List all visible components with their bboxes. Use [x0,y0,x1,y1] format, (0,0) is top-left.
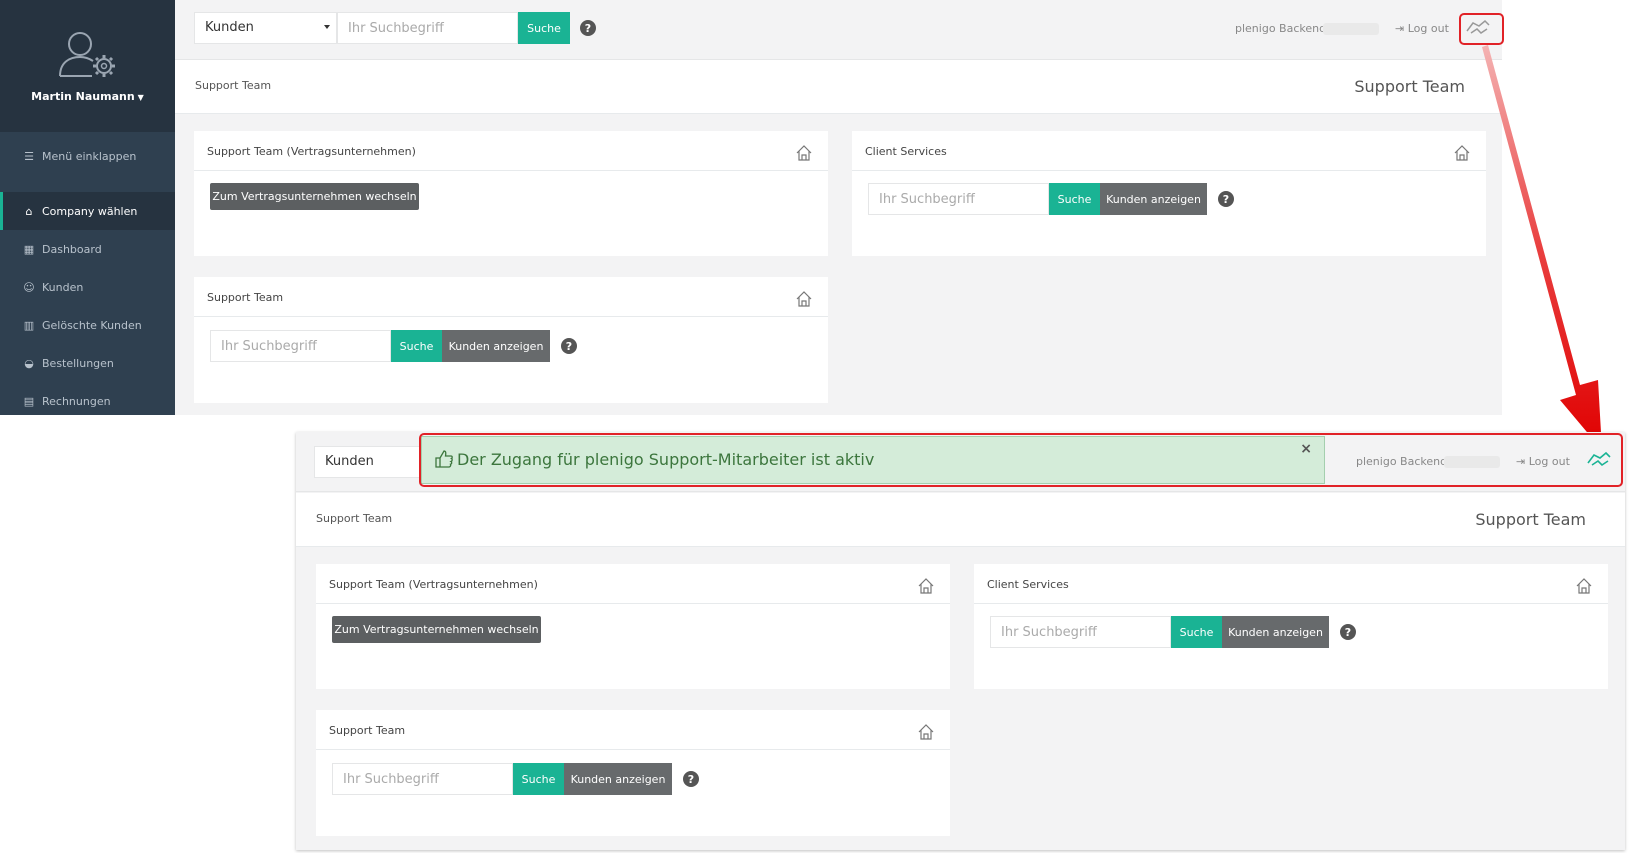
support-search-button[interactable]: Suche [513,763,564,795]
box-title: Support Team [316,710,950,750]
support-team-box: Support Team Ihr Suchbegriff Suche Kunde… [194,277,828,403]
backend-label: plenigo Backend [1235,22,1327,35]
box-title-text: Client Services [987,578,1069,591]
main-screen-bottom: Kunden plenigo Backend ⇥ Log out Support… [296,432,1625,850]
client-search-button[interactable]: Suche [1171,616,1222,648]
home-icon[interactable] [1453,144,1471,162]
logout-label: Log out [1407,22,1449,35]
home-icon: ⌂ [25,204,33,218]
box-title: Client Services [852,131,1486,171]
home-icon[interactable] [795,144,813,162]
show-customers-button[interactable]: Kunden anzeigen [1222,616,1329,648]
select-value: Kunden [205,20,254,35]
page-heading: Support Team Support Team [175,60,1502,114]
user-menu[interactable]: Martin Naumann ▼ [31,90,144,103]
contract-company-box: Support Team (Vertragsunternehmen) Zum V… [194,131,828,256]
client-search-input[interactable]: Ihr Suchbegriff [990,616,1171,648]
client-services-box: Client Services Ihr Suchbegriff Suche Ku… [974,564,1608,689]
box-title-text: Support Team [207,291,284,304]
help-icon[interactable]: ? [580,20,596,36]
annotation-highlight-icon [1459,13,1504,45]
sidebar-item-label: Rechnungen [42,394,111,408]
user-settings-icon [58,31,115,77]
profile-area: Martin Naumann ▼ [0,0,175,132]
box-title: Client Services [974,564,1608,604]
switch-contract-company-button[interactable]: Zum Vertragsunternehmen wechseln [332,616,541,643]
home-icon[interactable] [917,723,935,741]
support-search-input[interactable]: Ihr Suchbegriff [210,330,391,362]
sidebar-item-label: Dashboard [42,242,102,256]
search-button[interactable]: Suche [518,12,570,44]
contract-company-box: Support Team (Vertragsunternehmen) Zum V… [316,564,950,689]
client-search-input[interactable]: Ihr Suchbegriff [868,183,1049,215]
home-icon[interactable] [795,290,813,308]
box-title-text: Support Team (Vertragsunternehmen) [207,145,416,158]
sidebar: Martin Naumann ▼ ☰ Menü einklappen ⌂ Comp… [0,0,175,415]
user-icon: ☺ [23,280,35,294]
grid-icon: ▦ [23,242,35,256]
breadcrumb: Support Team [195,79,272,92]
box-title-text: Support Team (Vertragsunternehmen) [329,578,538,591]
logout-icon: ⇥ [1395,22,1405,35]
box-title: Support Team (Vertragsunternehmen) [316,564,950,604]
trash-icon: ▥ [23,318,35,332]
caret-down-icon: ▼ [137,92,144,102]
user-name: Martin Naumann [31,89,135,103]
sidebar-item-kunden[interactable]: ☺ Kunden [0,268,175,306]
annotation-arrow [1482,45,1602,450]
help-icon[interactable]: ? [1218,191,1234,207]
sidebar-item-dashboard[interactable]: ▦ Dashboard [0,230,175,268]
basket-icon: ◒ [24,356,34,370]
support-search-input[interactable]: Ihr Suchbegriff [332,763,513,795]
box-title: Support Team [194,277,828,317]
sidebar-item-deleted-customers[interactable]: ▥ Gelöschte Kunden [0,306,175,344]
client-search-button[interactable]: Suche [1049,183,1100,215]
help-icon[interactable]: ? [561,338,577,354]
hamburger-icon: ☰ [24,149,34,163]
client-services-box: Client Services Ihr Suchbegriff Suche Ku… [852,131,1486,256]
page-heading: Support Team Support Team [296,493,1625,547]
box-title-text: Support Team [329,724,406,737]
help-icon[interactable]: ? [683,771,699,787]
sidebar-item-label: Menü einklappen [42,149,137,163]
support-team-box: Support Team Ihr Suchbegriff Suche Kunde… [316,710,950,836]
show-customers-button[interactable]: Kunden anzeigen [564,763,672,795]
sidebar-item-label: Bestellungen [42,356,114,370]
support-search-button[interactable]: Suche [391,330,442,362]
show-customers-button[interactable]: Kunden anzeigen [442,330,550,362]
sidebar-item-label: Kunden [42,280,84,294]
sidebar-item-label: Company wählen [42,204,138,218]
home-icon[interactable] [1575,577,1593,595]
document-icon: ▤ [23,394,35,408]
help-icon[interactable]: ? [1340,624,1356,640]
sidebar-item-label: Gelöschte Kunden [42,318,142,332]
select-value: Kunden [325,454,374,469]
main-screen-top: Kunden Ihr Suchbegriff Suche ? plenigo B… [175,0,1502,415]
show-customers-button[interactable]: Kunden anzeigen [1100,183,1207,215]
page-title: Support Team [1354,77,1465,96]
box-title: Support Team (Vertragsunternehmen) [194,131,828,171]
sidebar-item-orders[interactable]: ◒ Bestellungen [0,344,175,382]
breadcrumb: Support Team [316,512,393,525]
chevron-down-icon [324,25,330,29]
topbar: Kunden Ihr Suchbegriff Suche ? plenigo B… [175,0,1502,60]
page-title: Support Team [1475,510,1586,529]
annotation-highlight-bar [419,433,1623,487]
switch-contract-company-button[interactable]: Zum Vertragsunternehmen wechseln [210,183,419,210]
search-type-select[interactable]: Kunden [194,12,337,44]
redacted-value [1323,23,1379,35]
home-icon[interactable] [917,577,935,595]
search-input[interactable]: Ihr Suchbegriff [337,12,518,44]
sidebar-item-company[interactable]: ⌂ Company wählen [0,192,175,230]
sidebar-item-collapse[interactable]: ☰ Menü einklappen [0,132,175,180]
logout-link[interactable]: ⇥ Log out [1395,22,1449,35]
box-title-text: Client Services [865,145,947,158]
sidebar-item-invoices[interactable]: ▤ Rechnungen [0,382,175,420]
